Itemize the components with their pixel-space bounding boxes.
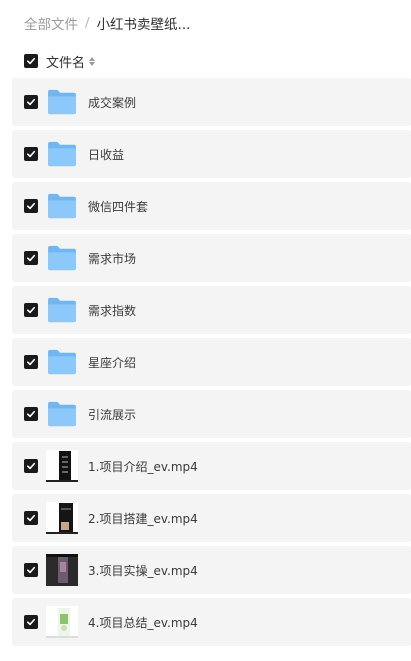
- breadcrumb-separator: /: [85, 15, 90, 31]
- folder-icon: [46, 86, 78, 118]
- file-checkbox[interactable]: [24, 407, 38, 421]
- file-row[interactable]: 日收益: [12, 130, 411, 178]
- check-icon: [27, 566, 36, 574]
- folder-icon: [46, 294, 78, 326]
- breadcrumb: 全部文件 / 小红书卖壁纸...: [24, 13, 190, 33]
- video-thumbnail-icon: [46, 606, 78, 638]
- check-icon: [27, 57, 36, 65]
- file-checkbox[interactable]: [24, 147, 38, 161]
- file-row[interactable]: 微信四件套: [12, 182, 411, 230]
- file-checkbox[interactable]: [24, 199, 38, 213]
- file-checkbox[interactable]: [24, 355, 38, 369]
- file-name[interactable]: 3.项目实操_ev.mp4: [88, 562, 198, 579]
- check-icon: [27, 150, 36, 158]
- file-name[interactable]: 4.项目总结_ev.mp4: [88, 614, 198, 631]
- file-name[interactable]: 微信四件套: [88, 198, 148, 215]
- file-name[interactable]: 2.项目搭建_ev.mp4: [88, 510, 198, 527]
- file-row[interactable]: 2.项目搭建_ev.mp4: [12, 494, 411, 542]
- video-thumbnail-icon: [46, 450, 78, 482]
- sort-icon[interactable]: [89, 56, 96, 67]
- file-checkbox[interactable]: [24, 563, 38, 577]
- file-name[interactable]: 成交案例: [88, 94, 136, 111]
- list-header: 文件名: [24, 52, 96, 71]
- file-checkbox[interactable]: [24, 251, 38, 265]
- file-row[interactable]: 星座介绍: [12, 338, 411, 386]
- file-name[interactable]: 1.项目介绍_ev.mp4: [88, 458, 198, 475]
- file-checkbox[interactable]: [24, 459, 38, 473]
- file-name[interactable]: 需求指数: [88, 302, 136, 319]
- file-row[interactable]: 4.项目总结_ev.mp4: [12, 598, 411, 646]
- filename-column-header[interactable]: 文件名: [46, 52, 85, 71]
- file-checkbox[interactable]: [24, 95, 38, 109]
- file-checkbox[interactable]: [24, 303, 38, 317]
- select-all-checkbox[interactable]: [24, 54, 38, 68]
- video-thumbnail-icon: [46, 502, 78, 534]
- check-icon: [27, 254, 36, 262]
- folder-icon: [46, 242, 78, 274]
- check-icon: [27, 514, 36, 522]
- file-checkbox[interactable]: [24, 511, 38, 525]
- file-row[interactable]: 3.项目实操_ev.mp4: [12, 546, 411, 594]
- folder-icon: [46, 138, 78, 170]
- file-name[interactable]: 引流展示: [88, 406, 136, 423]
- video-thumbnail-icon: [46, 554, 78, 586]
- file-checkbox[interactable]: [24, 615, 38, 629]
- file-name[interactable]: 需求市场: [88, 250, 136, 267]
- folder-icon: [46, 398, 78, 430]
- folder-icon: [46, 190, 78, 222]
- check-icon: [27, 306, 36, 314]
- check-icon: [27, 618, 36, 626]
- file-row[interactable]: 需求指数: [12, 286, 411, 334]
- check-icon: [27, 462, 36, 470]
- check-icon: [27, 98, 36, 106]
- check-icon: [27, 202, 36, 210]
- file-row[interactable]: 需求市场: [12, 234, 411, 282]
- check-icon: [27, 358, 36, 366]
- check-icon: [27, 410, 36, 418]
- file-row[interactable]: 引流展示: [12, 390, 411, 438]
- file-row[interactable]: 成交案例: [12, 78, 411, 126]
- folder-icon: [46, 346, 78, 378]
- breadcrumb-current-folder: 小红书卖壁纸...: [96, 17, 191, 33]
- file-row[interactable]: 1.项目介绍_ev.mp4: [12, 442, 411, 490]
- breadcrumb-root-link[interactable]: 全部文件: [24, 13, 78, 33]
- file-name[interactable]: 日收益: [88, 146, 124, 163]
- file-name[interactable]: 星座介绍: [88, 354, 136, 371]
